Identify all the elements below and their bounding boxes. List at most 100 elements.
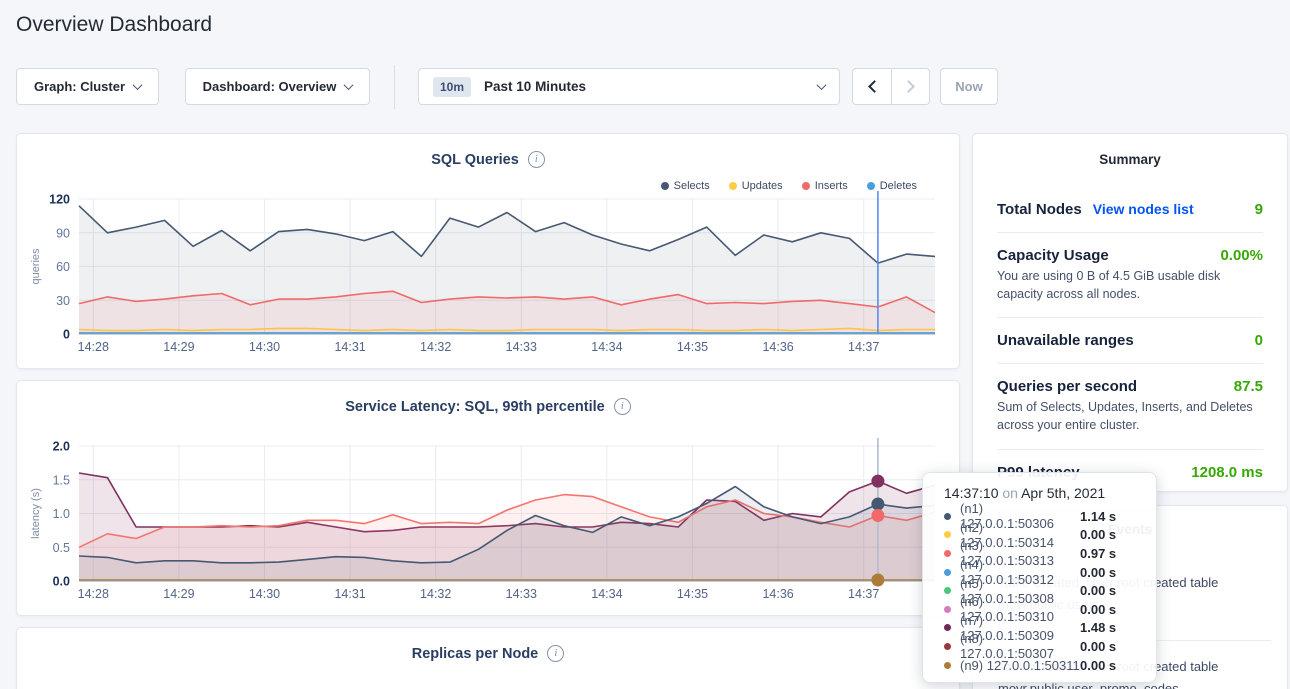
legend-label: Updates xyxy=(742,180,783,192)
dashboard-dropdown[interactable]: Dashboard: Overview xyxy=(185,68,370,105)
tooltip-node-value: 0.00 s xyxy=(1080,658,1128,673)
info-icon[interactable]: i xyxy=(528,151,545,168)
tooltip-connector: on xyxy=(1002,485,1018,501)
now-button[interactable]: Now xyxy=(940,68,998,105)
view-nodes-list-link[interactable]: View nodes list xyxy=(1093,201,1194,217)
svg-text:1.0: 1.0 xyxy=(53,507,70,521)
summary-value: 9 xyxy=(1255,201,1263,218)
time-forward-button[interactable] xyxy=(891,69,929,104)
chevron-down-icon xyxy=(133,80,143,90)
legend-item[interactable]: Inserts xyxy=(802,180,848,192)
tooltip-node-label: (n9) 127.0.0.1:50311 xyxy=(960,658,1080,673)
svg-text:14:31: 14:31 xyxy=(334,587,365,601)
summary-label: Queries per second xyxy=(997,378,1137,395)
svg-text:30: 30 xyxy=(56,294,70,308)
graph-dropdown[interactable]: Graph: Cluster xyxy=(16,68,159,105)
svg-text:14:37: 14:37 xyxy=(848,340,879,354)
toolbar: Graph: Cluster Dashboard: Overview 10m P… xyxy=(0,68,1290,105)
svg-text:0: 0 xyxy=(63,328,70,342)
svg-text:0.0: 0.0 xyxy=(53,575,70,589)
svg-text:14:33: 14:33 xyxy=(506,587,537,601)
graph-dropdown-label: Graph: Cluster xyxy=(34,79,125,94)
summary-value: 0 xyxy=(1255,332,1263,349)
chart-title: Replicas per Node xyxy=(412,646,539,662)
summary-title: Summary xyxy=(997,152,1263,167)
tooltip-date: Apr 5th, 2021 xyxy=(1021,485,1105,501)
series-dot-icon xyxy=(944,569,951,576)
legend-item[interactable]: Deletes xyxy=(867,180,917,192)
summary-description: You are using 0 B of 4.5 GiB usable disk… xyxy=(997,267,1263,303)
series-dot-icon xyxy=(944,531,951,538)
tooltip-node-value: 0.00 s xyxy=(1080,565,1128,580)
svg-text:14:32: 14:32 xyxy=(420,340,451,354)
service-latency-chart[interactable]: 0.00.51.01.52.014:2814:2914:3014:3114:32… xyxy=(17,381,961,617)
svg-text:latency (s): latency (s) xyxy=(30,488,42,539)
legend-label: Inserts xyxy=(815,180,848,192)
svg-text:14:33: 14:33 xyxy=(506,340,537,354)
svg-text:14:36: 14:36 xyxy=(762,340,793,354)
svg-text:14:34: 14:34 xyxy=(591,587,622,601)
tooltip-rows: (n1) 127.0.0.1:503061.14 s(n2) 127.0.0.1… xyxy=(944,507,1156,674)
svg-text:14:29: 14:29 xyxy=(163,587,194,601)
time-back-button[interactable] xyxy=(853,69,891,104)
info-icon[interactable]: i xyxy=(547,645,564,662)
sql-queries-panel: 030609012014:2814:2914:3014:3114:3214:33… xyxy=(16,133,960,369)
summary-label: Unavailable ranges xyxy=(997,332,1134,349)
tooltip-node-value: 0.00 s xyxy=(1080,527,1128,542)
series-dot-icon xyxy=(944,624,951,631)
legend-item[interactable]: Selects xyxy=(661,180,710,192)
series-dot-icon xyxy=(944,662,951,669)
time-range-picker[interactable]: 10m Past 10 Minutes xyxy=(418,68,840,105)
svg-text:120: 120 xyxy=(49,193,70,207)
tooltip-node-value: 0.97 s xyxy=(1080,546,1128,561)
svg-text:queries: queries xyxy=(30,248,42,285)
series-dot-icon xyxy=(944,606,951,613)
svg-text:14:36: 14:36 xyxy=(762,587,793,601)
chart-legend: Selects Updates Inserts Deletes xyxy=(661,180,917,192)
svg-text:14:28: 14:28 xyxy=(78,587,109,601)
tooltip-node-value: 0.00 s xyxy=(1080,639,1128,654)
svg-text:14:34: 14:34 xyxy=(591,340,622,354)
toolbar-divider xyxy=(394,65,395,109)
chart-hover-tooltip: 14:37:10 on Apr 5th, 2021 (n1) 127.0.0.1… xyxy=(922,472,1157,683)
time-range-badge: 10m xyxy=(433,77,471,97)
svg-text:90: 90 xyxy=(56,226,70,240)
tooltip-node-value: 1.48 s xyxy=(1080,620,1128,635)
svg-text:14:35: 14:35 xyxy=(677,587,708,601)
svg-text:14:32: 14:32 xyxy=(420,587,451,601)
sql-queries-chart[interactable]: 030609012014:2814:2914:3014:3114:3214:33… xyxy=(17,134,961,370)
series-dot-icon xyxy=(729,182,737,190)
tooltip-row: (n9) 127.0.0.1:503110.00 s xyxy=(944,656,1156,675)
svg-text:14:29: 14:29 xyxy=(163,340,194,354)
svg-text:1.5: 1.5 xyxy=(53,473,70,487)
chart-title-row: SQL Queries i xyxy=(17,151,959,168)
chevron-down-icon xyxy=(344,80,354,90)
series-dot-icon xyxy=(944,513,951,520)
summary-label: Total Nodes xyxy=(997,201,1082,218)
summary-value: 1208.0 ms xyxy=(1191,464,1263,481)
summary-panel: Summary Total Nodes View nodes list 9 Ca… xyxy=(972,133,1288,492)
summary-row-queries-per-second: Queries per second 87.5 Sum of Selects, … xyxy=(997,364,1263,448)
legend-item[interactable]: Updates xyxy=(729,180,783,192)
svg-text:2.0: 2.0 xyxy=(53,440,70,454)
chevron-down-icon xyxy=(817,80,827,90)
chart-title-row: Service Latency: SQL, 99th percentile i xyxy=(17,398,959,415)
info-icon[interactable]: i xyxy=(614,398,631,415)
overview-dashboard-page: Overview Dashboard Graph: Cluster Dashbo… xyxy=(0,0,1290,689)
chart-title: Service Latency: SQL, 99th percentile xyxy=(345,399,605,415)
chevron-left-icon xyxy=(868,80,881,93)
series-dot-icon xyxy=(944,587,951,594)
series-dot-icon xyxy=(944,550,951,557)
svg-text:14:30: 14:30 xyxy=(249,340,280,354)
tooltip-node-value: 0.00 s xyxy=(1080,583,1128,598)
series-dot-icon xyxy=(661,182,669,190)
chevron-right-icon xyxy=(902,80,915,93)
time-range-label: Past 10 Minutes xyxy=(484,79,586,94)
summary-row-total-nodes: Total Nodes View nodes list 9 xyxy=(997,187,1263,232)
tooltip-node-value: 0.00 s xyxy=(1080,602,1128,617)
svg-text:14:28: 14:28 xyxy=(78,340,109,354)
svg-text:14:30: 14:30 xyxy=(249,587,280,601)
page-title: Overview Dashboard xyxy=(16,13,212,37)
tooltip-node-value: 1.14 s xyxy=(1080,509,1128,524)
svg-text:60: 60 xyxy=(56,260,70,274)
